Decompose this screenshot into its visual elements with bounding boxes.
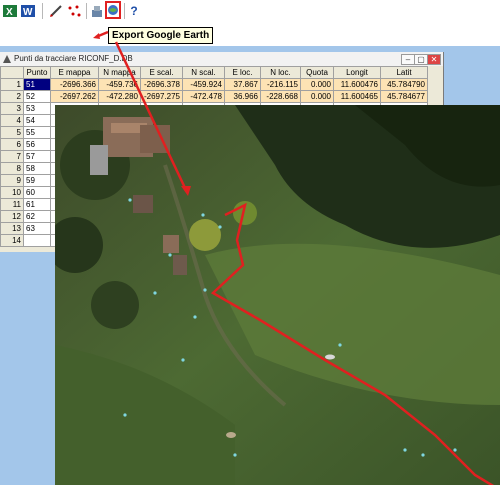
route-arrow <box>114 41 188 191</box>
annotation-overlay <box>93 30 191 196</box>
